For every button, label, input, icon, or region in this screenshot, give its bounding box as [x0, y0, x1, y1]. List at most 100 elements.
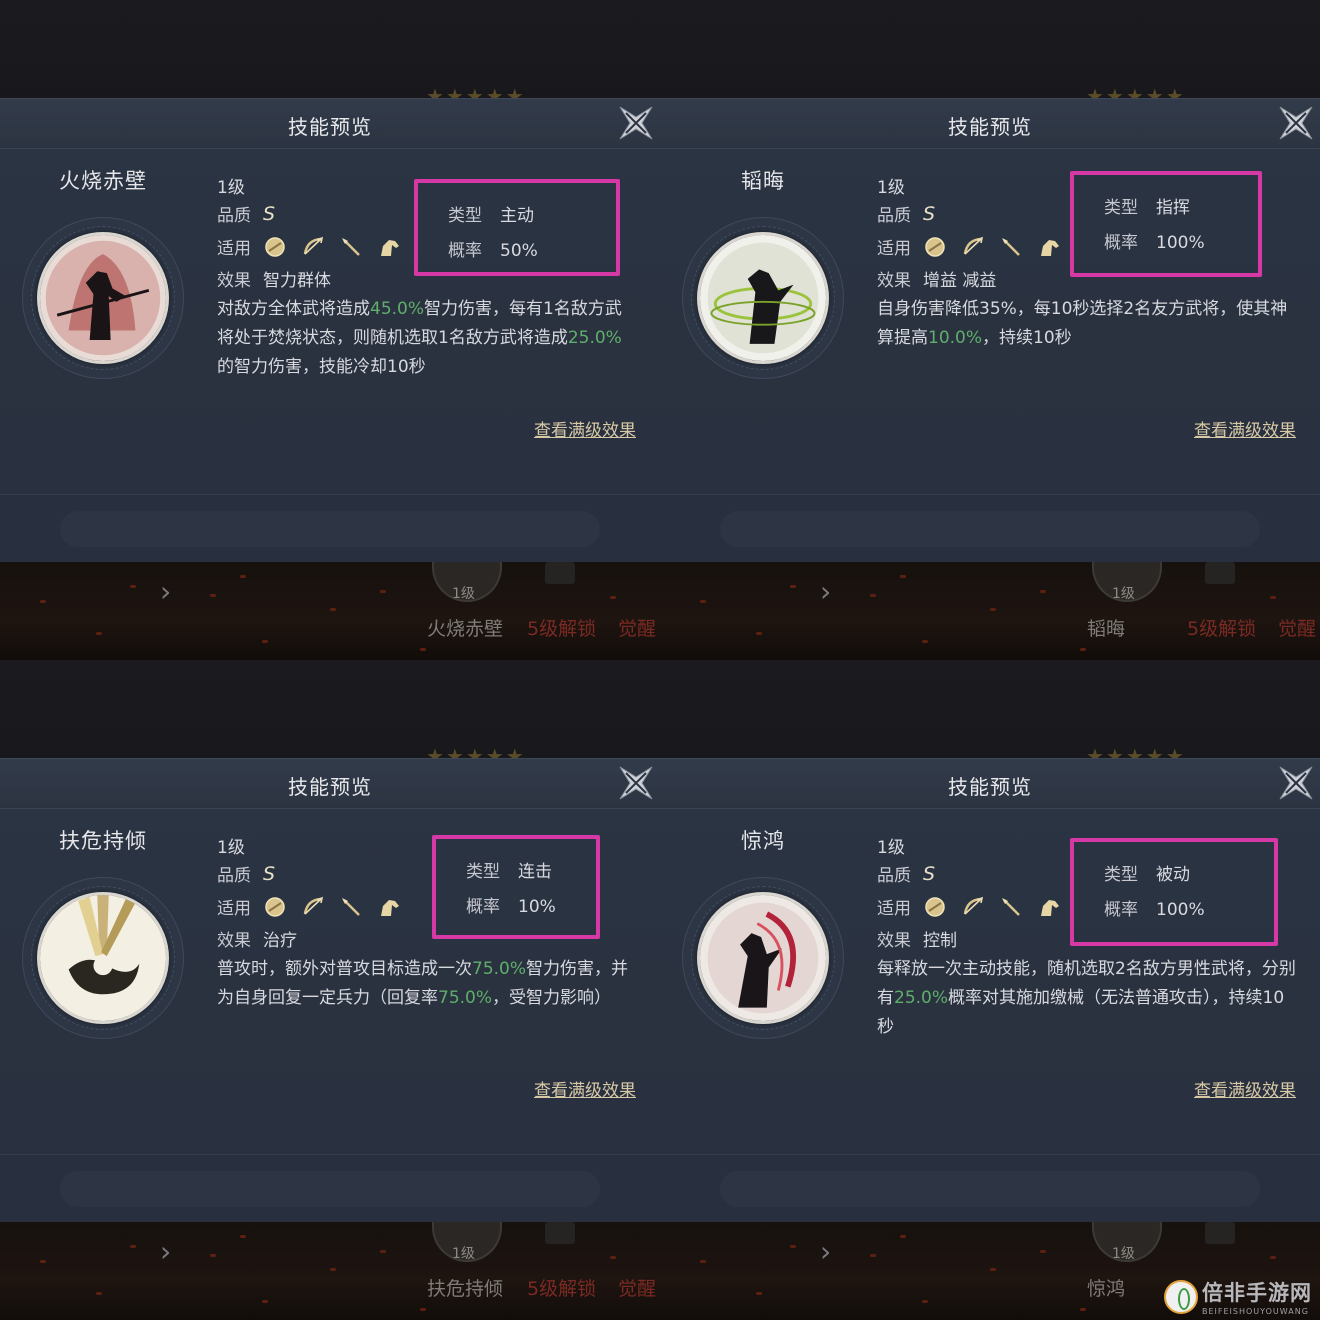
dialog-title: 技能预览 [288, 115, 372, 139]
slot-awaken-text: 觉醒 [618, 618, 657, 640]
ember-particle [130, 585, 136, 588]
ember-particle [210, 1254, 216, 1257]
ember-particle [420, 648, 426, 651]
slot-skill-name: 惊鸿 [1087, 1278, 1126, 1300]
desc-text: 的智力伤害，技能冷却10秒 [217, 357, 426, 377]
ember-particle [900, 1235, 906, 1238]
close-icon[interactable] [1276, 103, 1316, 143]
ember-particle [380, 590, 386, 593]
skill-name: 扶危持倾 [59, 829, 147, 853]
footer-bar [720, 511, 1260, 547]
bow-icon [961, 896, 987, 918]
close-icon[interactable] [1276, 763, 1316, 803]
lock-icon [1205, 562, 1235, 584]
next-arrow-icon[interactable]: › [820, 575, 831, 608]
effect-label: 效果 [877, 931, 911, 951]
rate-label: 概率 [448, 241, 482, 261]
slot-unlock-text: 5级解锁 [527, 618, 597, 640]
ember-particle [610, 596, 616, 599]
close-icon[interactable] [616, 763, 656, 803]
unit-type-icons [263, 896, 403, 918]
skill-panel: ★★★★★ › 1级 扶危持倾 5级解锁 觉醒 技能预览 扶危持倾 1级 品质 … [0, 660, 660, 1320]
view-full-level-effect-link[interactable]: 查看满级效果 [1194, 1076, 1296, 1101]
apply-row: 适用 [217, 894, 403, 919]
effect-value: 增益 减益 [923, 271, 997, 291]
spear-icon [999, 896, 1025, 918]
type-row: 类型 主动 [448, 201, 534, 226]
ember-particle [700, 600, 706, 603]
ember-particle [262, 640, 268, 643]
type-value: 主动 [500, 206, 534, 226]
desc-text: ，持续10秒 [982, 328, 1072, 348]
watermark-cn: 倍非手游网 [1202, 1281, 1312, 1305]
view-full-level-effect-link[interactable]: 查看满级效果 [534, 1076, 636, 1101]
ember-particle [210, 594, 216, 597]
apply-row: 适用 [877, 894, 1063, 919]
view-full-level-effect-link[interactable]: 查看满级效果 [1194, 416, 1296, 441]
quality-row: 品质 S [217, 201, 275, 227]
bow-icon [961, 236, 987, 258]
ember-particle [756, 632, 762, 635]
ember-particle [790, 585, 796, 588]
ember-particle [1040, 1250, 1046, 1253]
ember-particle [922, 1300, 928, 1303]
type-value: 被动 [1156, 865, 1190, 885]
slot-level: 1级 [452, 586, 475, 602]
effect-value: 智力群体 [263, 271, 331, 291]
apply-label: 适用 [877, 899, 911, 919]
lock-icon [545, 562, 575, 584]
cavalry-icon [377, 896, 403, 918]
skill-emblem-icon [697, 232, 829, 364]
ember-particle [96, 1292, 102, 1295]
apply-label: 适用 [217, 899, 251, 919]
next-arrow-icon[interactable]: › [160, 575, 171, 608]
skill-level: 1级 [877, 178, 905, 198]
ember-particle [756, 1292, 762, 1295]
effect-label: 效果 [217, 931, 251, 951]
dialog-header: 技能预览 [660, 99, 1320, 149]
slot-unlock-text: 5级解锁 [1187, 618, 1257, 640]
shield-icon [923, 236, 949, 258]
effect-row: 效果 增益 减益 [877, 266, 996, 291]
type-value: 指挥 [1156, 198, 1190, 218]
cavalry-icon [377, 236, 403, 258]
shield-icon [263, 896, 289, 918]
apply-row: 适用 [877, 234, 1063, 259]
skill-level: 1级 [877, 838, 905, 858]
bow-icon [301, 896, 327, 918]
ember-particle [1080, 1308, 1086, 1311]
desc-highlight: 10.0% [928, 328, 983, 348]
ember-particle [922, 640, 928, 643]
effect-row: 效果 治疗 [217, 926, 297, 951]
ember-particle [130, 1245, 136, 1248]
type-value: 连击 [518, 862, 552, 882]
dialog-title: 技能预览 [948, 115, 1032, 139]
unit-type-icons [263, 236, 403, 258]
ember-particle [1270, 596, 1276, 599]
desc-text: ，受智力影响） [492, 988, 612, 1008]
close-icon[interactable] [616, 103, 656, 143]
ember-particle [610, 1256, 616, 1259]
ember-particle [40, 600, 46, 603]
slot-skill-name: 火烧赤壁 [427, 618, 504, 640]
type-label: 类型 [466, 862, 500, 882]
skill-panel: ★★★★★ › 1级 惊鸿 技能预览 惊鸿 1级 品质 S 适用 效果 控制 类… [660, 660, 1320, 1320]
desc-text: 对敌方全体武将造成 [217, 299, 370, 319]
rate-value: 10% [518, 897, 556, 917]
rate-label: 概率 [1104, 900, 1138, 920]
quality-value: S [263, 862, 276, 885]
ember-particle [330, 608, 336, 611]
effect-value: 治疗 [263, 931, 297, 951]
effect-row: 效果 控制 [877, 926, 957, 951]
spear-icon [339, 236, 365, 258]
view-full-level-effect-link[interactable]: 查看满级效果 [534, 416, 636, 441]
lock-icon [545, 1222, 575, 1244]
effect-label: 效果 [877, 271, 911, 291]
type-rate-highlight-box: 类型 指挥 概率 100% [1070, 171, 1262, 277]
next-arrow-icon[interactable]: › [160, 1235, 171, 1268]
next-arrow-icon[interactable]: › [820, 1235, 831, 1268]
watermark: 倍非手游网 BEIFEISHOUYOUWANG [1164, 1277, 1312, 1316]
unit-type-icons [923, 236, 1063, 258]
lock-icon [1205, 1222, 1235, 1244]
effect-row: 效果 智力群体 [217, 266, 331, 291]
